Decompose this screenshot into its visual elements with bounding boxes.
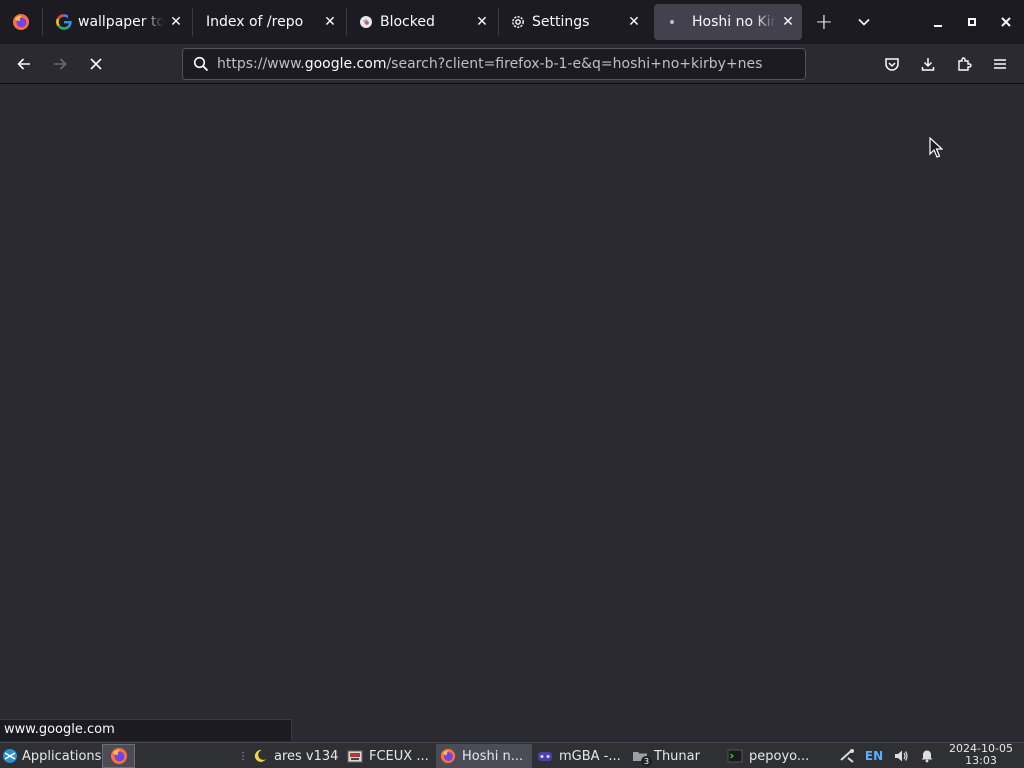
firefox-icon bbox=[13, 14, 29, 30]
blocked-page-icon bbox=[358, 14, 374, 30]
close-icon[interactable]: ✕ bbox=[776, 10, 800, 34]
clock[interactable]: 2024-10-05 13:03 bbox=[948, 743, 1014, 767]
taskbar-item-thunar[interactable]: 3 Thunar bbox=[628, 744, 722, 768]
close-icon[interactable]: ✕ bbox=[164, 10, 188, 34]
workspace-switcher[interactable] bbox=[138, 744, 234, 768]
url-text: https://www.google.com/search?client=fir… bbox=[217, 56, 763, 72]
tab-hoshi-no-kirby[interactable]: Hoshi no Kirby ✕ bbox=[654, 4, 802, 40]
tab-label: Settings bbox=[532, 14, 590, 30]
window-count-badge: 3 bbox=[641, 756, 652, 767]
plus-icon: + bbox=[814, 9, 834, 35]
search-icon bbox=[185, 49, 217, 79]
page-content bbox=[0, 84, 1024, 742]
xfce-logo-icon bbox=[2, 748, 18, 764]
folder-icon: 3 bbox=[632, 748, 652, 767]
taskbar-item-terminal[interactable]: pepoyo... bbox=[723, 744, 819, 768]
close-icon bbox=[1001, 17, 1011, 27]
pocket-icon bbox=[885, 58, 899, 71]
mgba-icon bbox=[537, 748, 553, 764]
fceux-icon bbox=[347, 748, 363, 764]
extensions-button[interactable] bbox=[948, 48, 980, 80]
tab-label: Blocked bbox=[380, 14, 435, 30]
applications-menu[interactable]: Applications bbox=[0, 744, 102, 768]
pocket-button[interactable] bbox=[876, 48, 908, 80]
tab-label: wallpaper tok bbox=[78, 14, 164, 30]
taskbar: Applications ⋮ ares v134 FCEUX ... Hoshi… bbox=[0, 742, 1024, 768]
taskbar-item-mgba[interactable]: mGBA -... bbox=[533, 744, 627, 768]
close-icon[interactable]: ✕ bbox=[318, 10, 342, 34]
google-g-icon bbox=[56, 14, 72, 30]
taskbar-item-fceux[interactable]: FCEUX ... bbox=[343, 744, 435, 768]
app-menu-button[interactable] bbox=[984, 48, 1016, 80]
status-panel: www.google.com bbox=[0, 719, 292, 741]
taskbar-item-firefox[interactable]: Hoshi n... bbox=[436, 744, 532, 768]
tab-wallpaper[interactable]: wallpaper tok ✕ bbox=[46, 4, 190, 40]
chevron-down-icon bbox=[858, 18, 870, 26]
taskbar-item-ares[interactable]: ares v134 bbox=[248, 744, 342, 768]
arrow-left-icon bbox=[17, 58, 30, 70]
new-tab-button[interactable]: + bbox=[810, 8, 838, 36]
arrow-right-icon bbox=[54, 58, 67, 70]
firefox-icon bbox=[110, 748, 127, 764]
downloads-button[interactable] bbox=[912, 48, 944, 80]
keyboard-layout-indicator[interactable]: EN bbox=[862, 744, 886, 768]
loading-dot-icon bbox=[664, 14, 680, 30]
close-icon[interactable]: ✕ bbox=[470, 10, 494, 34]
stop-button[interactable] bbox=[80, 48, 112, 80]
tab-strip: wallpaper tok ✕ Index of /repo ✕ Blocked… bbox=[0, 0, 1024, 44]
maximize-button[interactable] bbox=[958, 8, 986, 36]
list-all-tabs-button[interactable] bbox=[850, 8, 878, 36]
separator-handle-icon: ⋮ bbox=[238, 750, 246, 762]
puzzle-icon bbox=[958, 57, 972, 71]
bell-icon[interactable] bbox=[916, 744, 938, 768]
navigation-toolbar: https://www.google.com/search?client=fir… bbox=[0, 44, 1024, 84]
clock-time: 13:03 bbox=[965, 754, 997, 767]
minimize-button[interactable] bbox=[924, 8, 952, 36]
minimize-icon bbox=[934, 25, 942, 27]
maximize-icon bbox=[968, 18, 976, 26]
gear-icon bbox=[510, 14, 526, 30]
hamburger-menu-icon bbox=[994, 59, 1006, 69]
stop-icon bbox=[90, 58, 102, 70]
terminal-icon bbox=[727, 748, 743, 764]
tab-settings[interactable]: Settings ✕ bbox=[500, 4, 648, 40]
download-icon bbox=[921, 58, 935, 71]
moon-icon bbox=[252, 748, 268, 764]
launcher-firefox[interactable] bbox=[102, 744, 135, 768]
firefox-icon bbox=[440, 748, 456, 764]
volume-icon[interactable] bbox=[890, 744, 912, 768]
network-icon[interactable] bbox=[836, 744, 858, 768]
tab-blocked[interactable]: Blocked ✕ bbox=[348, 4, 496, 40]
close-icon[interactable]: ✕ bbox=[622, 10, 646, 34]
mouse-cursor-icon bbox=[929, 137, 943, 158]
firefox-view-button[interactable] bbox=[0, 0, 42, 44]
forward-button[interactable] bbox=[44, 48, 76, 80]
url-bar[interactable]: https://www.google.com/search?client=fir… bbox=[182, 48, 806, 80]
back-button[interactable] bbox=[8, 48, 40, 80]
tab-index-repo[interactable]: Index of /repo ✕ bbox=[194, 4, 344, 40]
tab-label: Index of /repo bbox=[206, 14, 304, 30]
close-window-button[interactable] bbox=[992, 8, 1020, 36]
tab-label: Hoshi no Kirby bbox=[692, 14, 776, 30]
